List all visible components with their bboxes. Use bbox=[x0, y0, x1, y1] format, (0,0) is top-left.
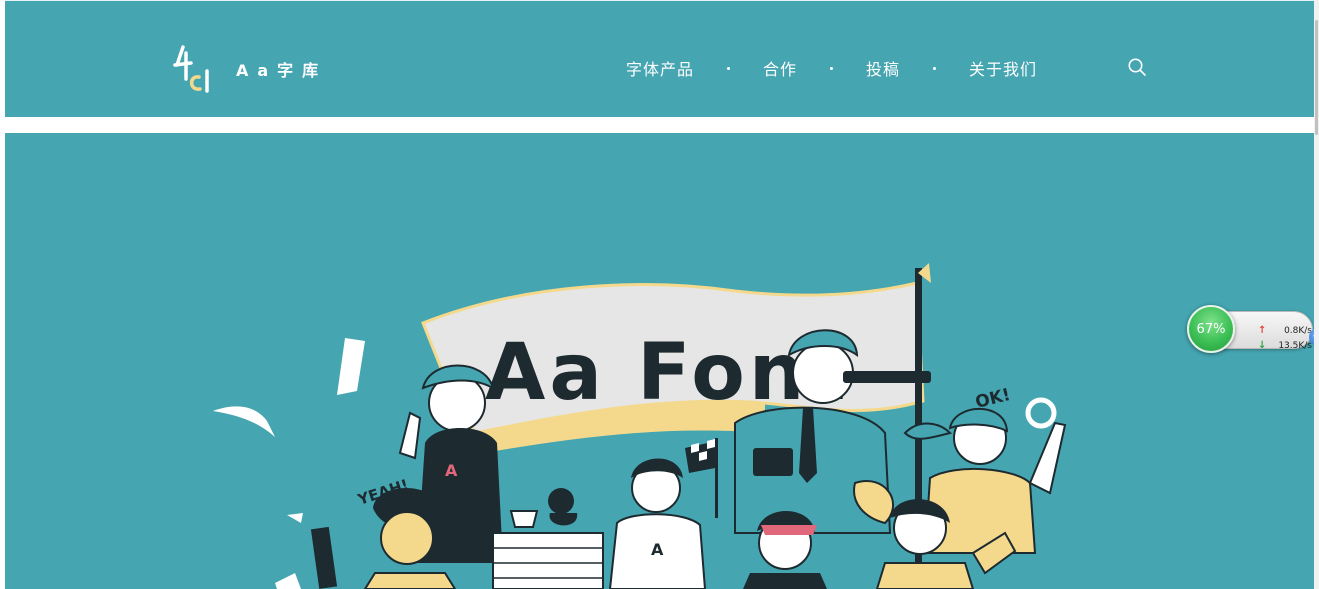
nav-item-submit[interactable]: 投稿 bbox=[866, 56, 900, 80]
paper-scrap bbox=[213, 406, 275, 437]
header-gap bbox=[5, 117, 1314, 133]
nav-item-about[interactable]: 关于我们 bbox=[969, 56, 1037, 80]
upload-row: ↑ 0.8K/s bbox=[1258, 325, 1312, 336]
brand-name: Aa字库 bbox=[236, 61, 328, 80]
download-speed: 13.5K/s bbox=[1278, 340, 1312, 351]
scrollbar-thumb[interactable] bbox=[1315, 20, 1318, 135]
character-center-kid: A bbox=[608, 438, 718, 589]
nav-item-cooperation[interactable]: 合作 bbox=[763, 56, 797, 80]
paper-scrap bbox=[275, 573, 301, 589]
page: Aa字库 字体产品 合作 投稿 关于我们 Aa Font YEAH! OK! A… bbox=[5, 0, 1314, 589]
download-arrow-icon: ↓ bbox=[1258, 340, 1267, 351]
network-monitor-widget[interactable]: ↑ 0.8K/s ↓ 13.5K/s + 67% bbox=[1187, 305, 1319, 353]
nav-separator bbox=[727, 66, 731, 70]
logo-link[interactable]: Aa字库 bbox=[173, 45, 327, 93]
paper-stack bbox=[492, 488, 604, 589]
hero-illustration: Aa Font YEAH! OK! A A bbox=[213, 263, 1067, 589]
memory-usage-ball[interactable]: 67% bbox=[1187, 305, 1235, 353]
nav-separator bbox=[933, 66, 937, 70]
nav-separator bbox=[830, 66, 834, 70]
shirt-letter-2: A bbox=[651, 540, 664, 559]
search-icon[interactable] bbox=[1127, 57, 1147, 77]
scrollbar[interactable] bbox=[1314, 0, 1319, 589]
character-bob-girl bbox=[310, 488, 457, 589]
logo-mark-icon bbox=[173, 45, 209, 93]
upload-speed: 0.8K/s bbox=[1284, 325, 1312, 336]
paper-scrap bbox=[337, 338, 365, 395]
shirt-letter: A bbox=[445, 461, 458, 480]
paper-scrap bbox=[287, 513, 303, 523]
download-row: ↓ 13.5K/s bbox=[1258, 340, 1312, 351]
nav-item-products[interactable]: 字体产品 bbox=[626, 56, 694, 80]
upload-arrow-icon: ↑ bbox=[1258, 325, 1267, 336]
site-header: Aa字库 字体产品 合作 投稿 关于我们 bbox=[5, 0, 1314, 117]
main-nav: 字体产品 合作 投稿 关于我们 bbox=[626, 56, 1037, 80]
hero-banner: Aa Font YEAH! OK! A A bbox=[5, 133, 1314, 589]
